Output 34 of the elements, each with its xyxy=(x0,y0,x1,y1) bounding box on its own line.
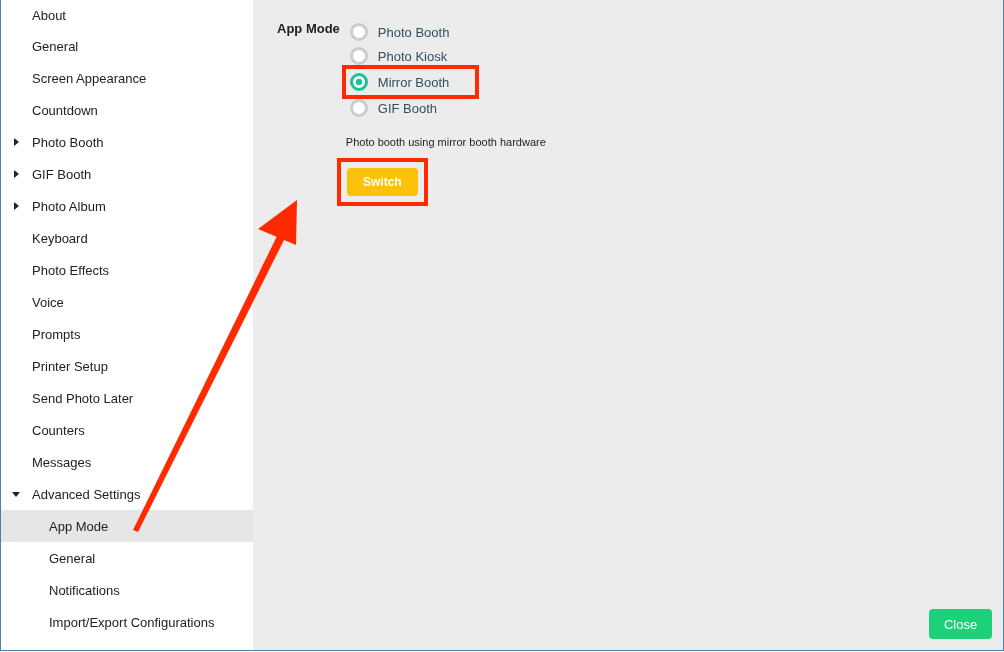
sidebar-item[interactable]: About xyxy=(1,0,253,30)
mode-description: Photo booth using mirror booth hardware xyxy=(345,136,546,148)
radio-button[interactable] xyxy=(349,99,368,117)
radio-button[interactable] xyxy=(349,23,368,41)
radio-option[interactable]: Photo Booth xyxy=(345,23,450,41)
sidebar-item[interactable]: Messages xyxy=(1,446,253,478)
sidebar-item[interactable]: App Mode xyxy=(1,510,253,542)
sidebar-item[interactable]: Printer Setup xyxy=(1,350,253,382)
sidebar-item[interactable]: Counters xyxy=(1,414,253,446)
sidebar-item[interactable]: Notifications xyxy=(1,574,253,606)
sidebar-item[interactable]: Import/Export Configurations xyxy=(1,606,253,638)
sidebar-item[interactable]: Countdown xyxy=(1,94,253,126)
sidebar-item[interactable]: Send Photo Later xyxy=(1,382,253,414)
sidebar-item[interactable]: Photo Booth xyxy=(1,126,253,158)
caret-icon xyxy=(12,202,20,210)
radio-button[interactable] xyxy=(349,73,368,91)
sidebar-item[interactable]: Advanced Settings xyxy=(1,478,253,510)
caret-icon xyxy=(12,490,20,498)
radio-option[interactable]: Mirror Booth xyxy=(345,73,450,91)
radio-button[interactable] xyxy=(349,47,368,65)
sidebar-item[interactable]: Photo Effects xyxy=(1,254,253,286)
caret-icon xyxy=(12,170,20,178)
caret-icon xyxy=(12,138,20,146)
sidebar-item[interactable]: Voice xyxy=(1,286,253,318)
sidebar-item[interactable]: Keyboard xyxy=(1,222,253,254)
field-label: App Mode xyxy=(277,21,340,36)
sidebar-item[interactable]: General xyxy=(1,542,253,574)
radio-option[interactable]: GIF Booth xyxy=(345,99,438,117)
radio-option[interactable]: Photo Kiosk xyxy=(345,47,448,65)
sidebar-item[interactable]: Screen Appearance xyxy=(1,62,253,94)
sidebar-item[interactable]: GIF Booth xyxy=(1,158,253,190)
sidebar-item[interactable]: Photo Album xyxy=(1,190,253,222)
sidebar-item[interactable]: General xyxy=(1,30,253,62)
sidebar-item[interactable]: Prompts xyxy=(1,318,253,350)
